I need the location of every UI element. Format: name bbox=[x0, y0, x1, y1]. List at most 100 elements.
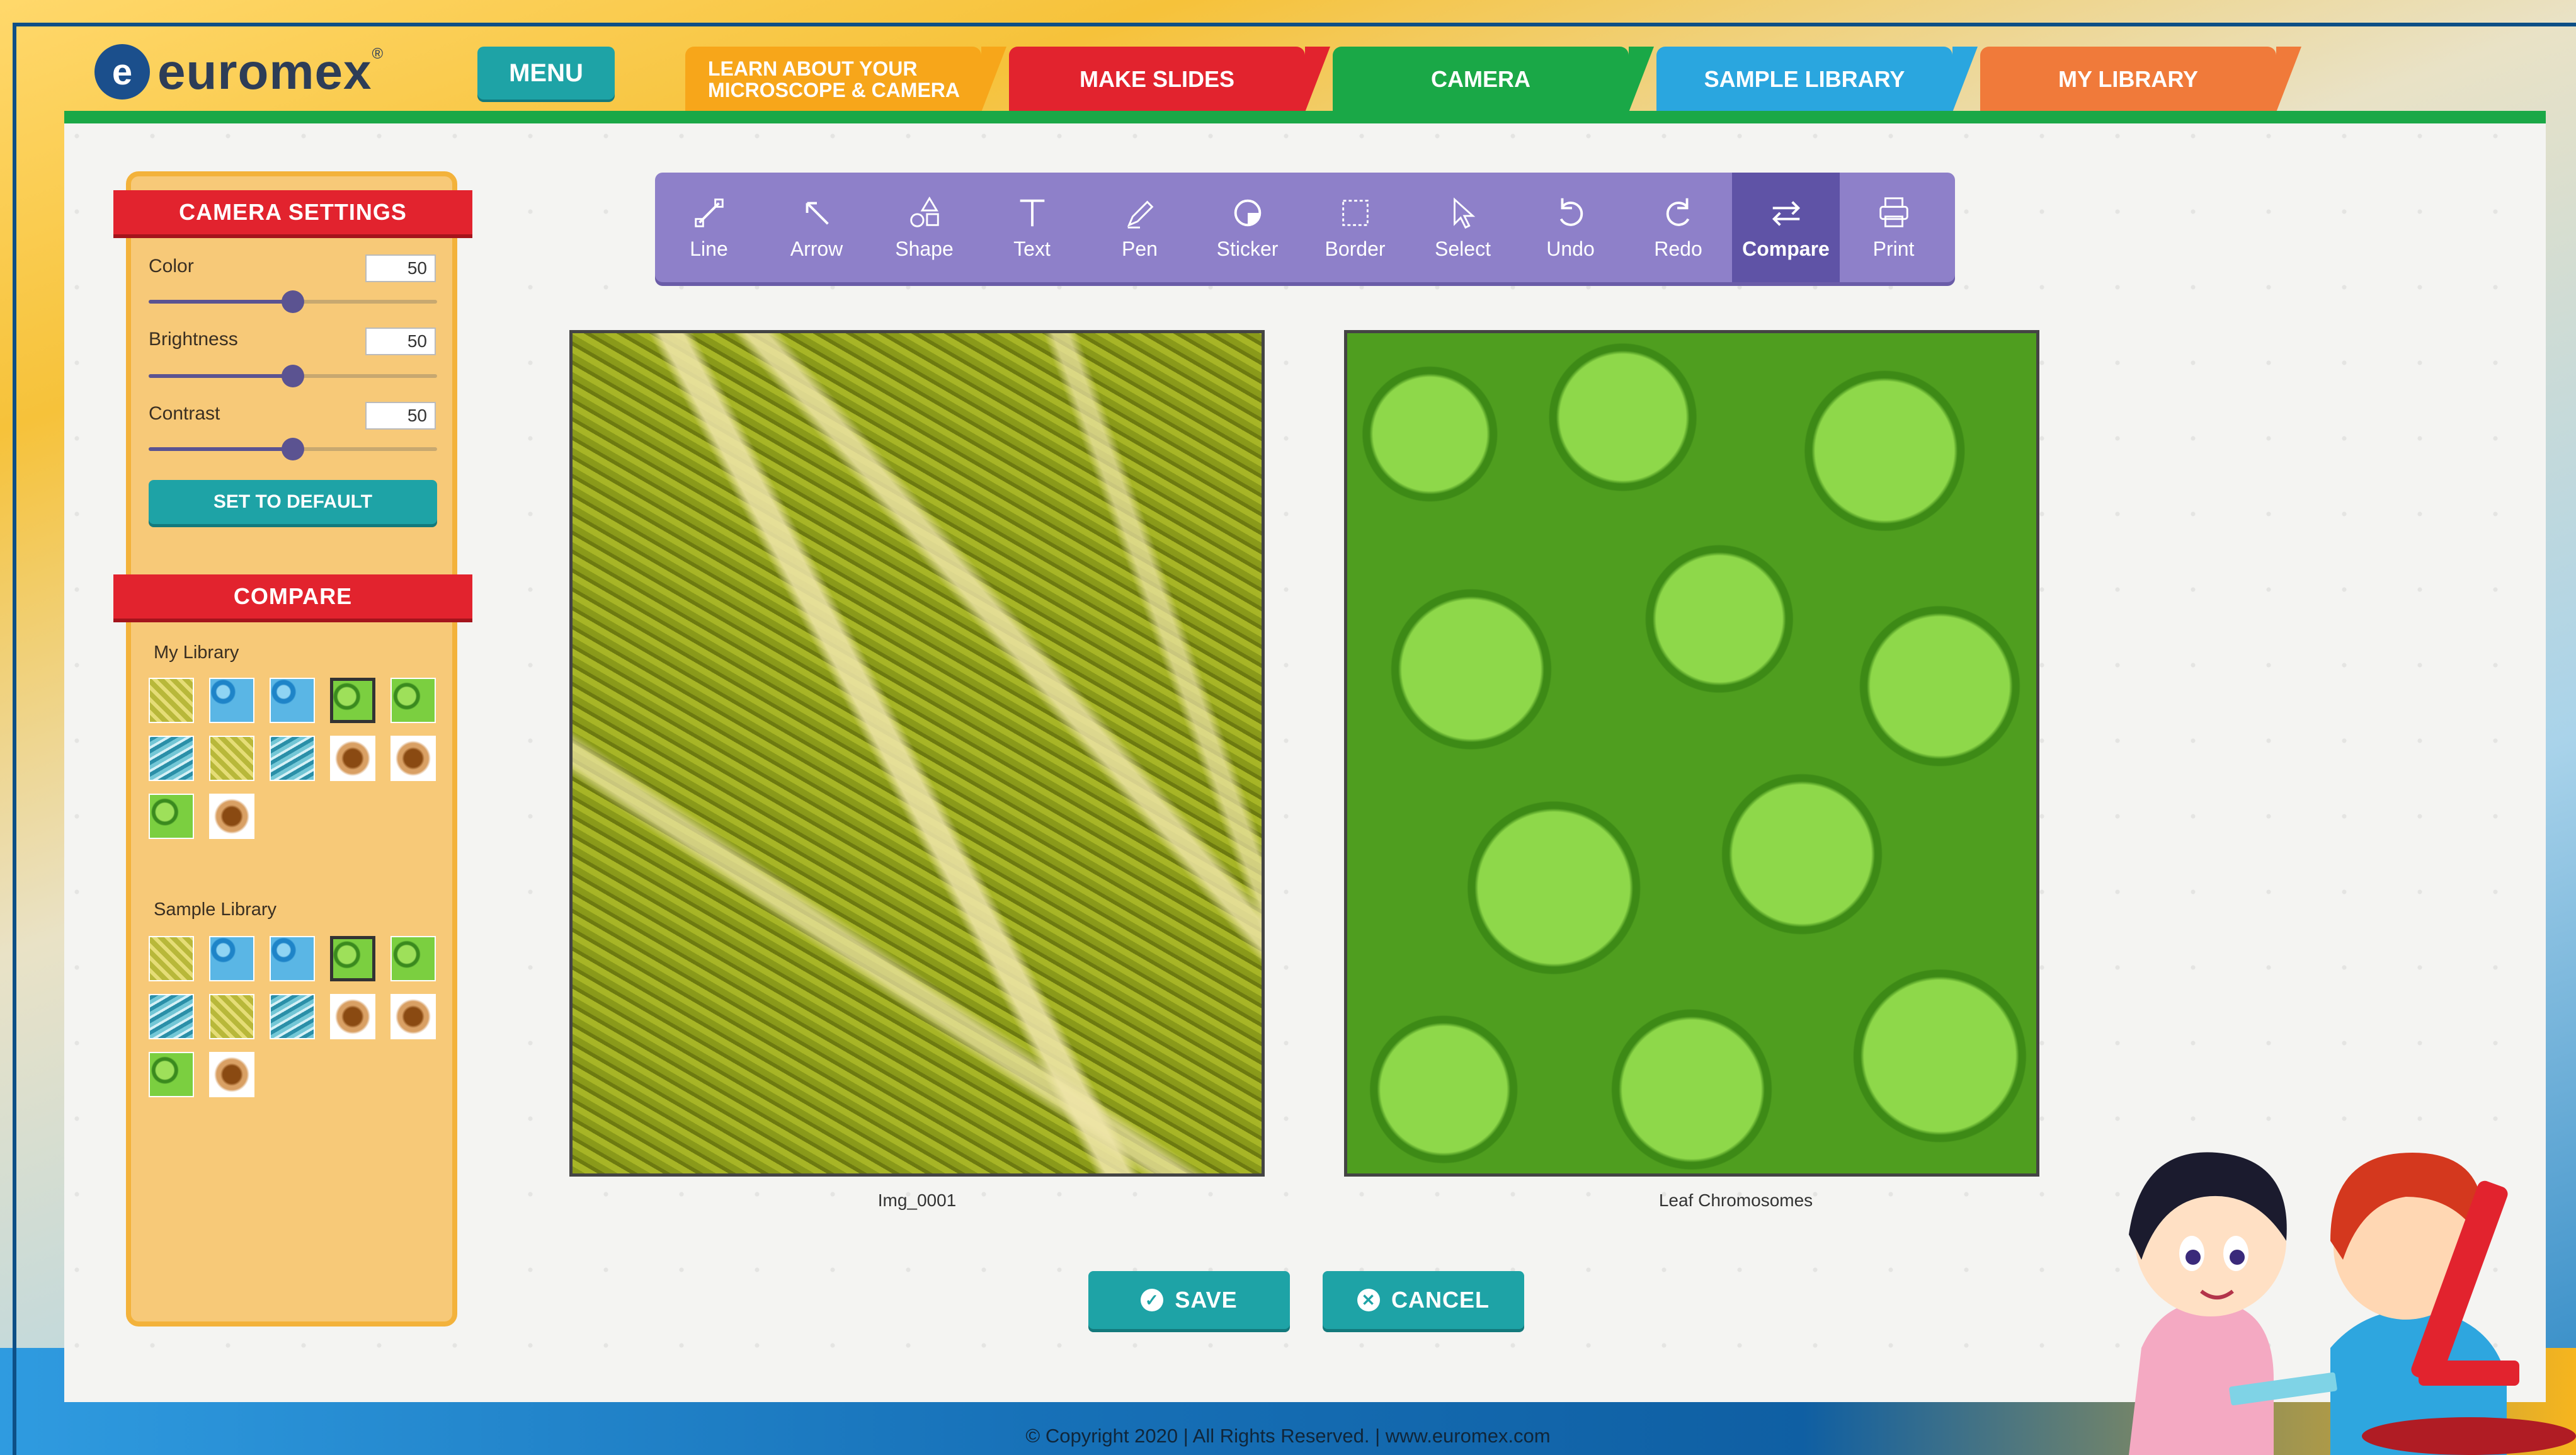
color-slider-thumb[interactable] bbox=[282, 290, 304, 313]
tab-learn[interactable]: LEARN ABOUT YOUR MICROSCOPE & CAMERA bbox=[685, 47, 1006, 112]
logo-text: euromex bbox=[157, 43, 372, 100]
sticker-icon bbox=[1234, 199, 1261, 226]
close-icon: ✕ bbox=[1357, 1289, 1380, 1311]
save-label: SAVE bbox=[1175, 1287, 1238, 1313]
tab-make-slides[interactable]: MAKE SLIDES bbox=[1009, 47, 1330, 112]
sample-library-thumbnail[interactable] bbox=[330, 936, 375, 981]
check-icon: ✓ bbox=[1141, 1289, 1164, 1311]
my-library-thumbnail[interactable] bbox=[390, 736, 436, 781]
contrast-value-field[interactable]: 50 bbox=[365, 402, 436, 430]
my-library-thumbnail[interactable] bbox=[149, 678, 194, 723]
border-icon bbox=[1342, 199, 1369, 226]
kids-microscope-illustration bbox=[2129, 1152, 2576, 1455]
tab-my-library[interactable]: MY LIBRARY bbox=[1980, 47, 2301, 112]
my-library-thumbnail[interactable] bbox=[209, 678, 254, 723]
toolbar-label: Shape bbox=[895, 237, 954, 260]
sample-library-thumbnail[interactable] bbox=[330, 994, 375, 1039]
toolbar-label: Undo bbox=[1546, 237, 1595, 260]
drawing-toolbar: Line Arrow Shape Text Pen Sticker Border Select… bbox=[655, 173, 1955, 282]
toolbar-compare-button[interactable]: Compare bbox=[1732, 173, 1840, 282]
toolbar-line-button[interactable]: Line bbox=[655, 173, 763, 282]
sample-library-thumbnail[interactable] bbox=[149, 936, 194, 981]
toolbar-arrow-button[interactable]: Arrow bbox=[763, 173, 870, 282]
select-icon bbox=[1453, 197, 1475, 229]
toolbar-label: Compare bbox=[1742, 237, 1830, 260]
sample-library-thumbnails bbox=[149, 936, 445, 1097]
arrow-icon bbox=[806, 202, 829, 225]
brightness-value-field[interactable]: 50 bbox=[365, 328, 436, 355]
redo-icon bbox=[1666, 198, 1689, 226]
tab-underline bbox=[64, 111, 2546, 123]
sample-library-thumbnail[interactable] bbox=[390, 936, 436, 981]
toolbar-label: Redo bbox=[1654, 237, 1702, 260]
color-value-field[interactable]: 50 bbox=[365, 254, 436, 282]
toolbar-pen-button[interactable]: Pen bbox=[1086, 173, 1194, 282]
toolbar-label: Sticker bbox=[1216, 237, 1279, 260]
my-library-thumbnail[interactable] bbox=[209, 794, 254, 839]
brightness-slider-fill bbox=[149, 374, 293, 378]
toolbar-undo-button[interactable]: Undo bbox=[1517, 173, 1624, 282]
toolbar-label: Pen bbox=[1122, 237, 1158, 260]
my-library-thumbnail[interactable] bbox=[149, 794, 194, 839]
copyright-footer: © Copyright 2020 | All Rights Reserved. … bbox=[1025, 1425, 1551, 1447]
contrast-slider[interactable] bbox=[149, 438, 437, 460]
my-library-thumbnail[interactable] bbox=[270, 678, 315, 723]
tab-camera[interactable]: CAMERA bbox=[1333, 47, 1654, 112]
sample-library-thumbnail[interactable] bbox=[209, 1052, 254, 1097]
print-icon bbox=[1879, 197, 1908, 227]
sample-library-label: Sample Library bbox=[154, 899, 277, 920]
sample-library-thumbnail[interactable] bbox=[149, 994, 194, 1039]
toolbar-shape-button[interactable]: Shape bbox=[870, 173, 978, 282]
menu-button[interactable]: MENU bbox=[477, 47, 615, 100]
toolbar-label: Text bbox=[1013, 237, 1051, 260]
color-slider[interactable] bbox=[149, 290, 437, 313]
sample-library-thumbnail[interactable] bbox=[270, 936, 315, 981]
brightness-slider[interactable] bbox=[149, 365, 437, 387]
toolbar-label: Border bbox=[1325, 237, 1386, 260]
toolbar-text-button[interactable]: Text bbox=[978, 173, 1086, 282]
compare-title: COMPARE bbox=[113, 574, 472, 619]
my-library-label: My Library bbox=[154, 642, 239, 663]
sample-library-thumbnail[interactable] bbox=[149, 1052, 194, 1097]
set-to-default-button[interactable]: SET TO DEFAULT bbox=[149, 480, 437, 524]
toolbar-redo-button[interactable]: Redo bbox=[1624, 173, 1732, 282]
my-library-thumbnail[interactable] bbox=[330, 678, 375, 723]
contrast-slider-thumb[interactable] bbox=[282, 438, 304, 460]
cancel-button[interactable]: ✕ CANCEL bbox=[1323, 1271, 1524, 1329]
contrast-slider-fill bbox=[149, 447, 293, 451]
brightness-label: Brightness bbox=[149, 329, 238, 350]
my-library-thumbnail[interactable] bbox=[209, 736, 254, 781]
sample-library-thumbnail[interactable] bbox=[390, 994, 436, 1039]
sample-library-thumbnail[interactable] bbox=[209, 994, 254, 1039]
my-library-thumbnail[interactable] bbox=[390, 678, 436, 723]
captured-image[interactable] bbox=[569, 330, 1265, 1177]
color-slider-fill bbox=[149, 300, 293, 304]
undo-icon bbox=[1559, 198, 1583, 226]
logo-mark-icon: e bbox=[94, 44, 150, 100]
pen-icon bbox=[1127, 200, 1153, 229]
camera-settings-title: CAMERA SETTINGS bbox=[113, 190, 472, 234]
line-icon bbox=[694, 198, 724, 227]
toolbar-select-button[interactable]: Select bbox=[1409, 173, 1517, 282]
sample-library-thumbnail[interactable] bbox=[270, 994, 315, 1039]
toolbar-label: Line bbox=[690, 237, 728, 260]
tab-sample-library[interactable]: SAMPLE LIBRARY bbox=[1656, 47, 1978, 112]
toolbar-sticker-button[interactable]: Sticker bbox=[1194, 173, 1301, 282]
compare-icon bbox=[1772, 200, 1800, 226]
compare-image[interactable] bbox=[1344, 330, 2039, 1177]
my-library-thumbnail[interactable] bbox=[330, 736, 375, 781]
my-library-thumbnail[interactable] bbox=[270, 736, 315, 781]
sample-library-thumbnail[interactable] bbox=[209, 936, 254, 981]
my-library-thumbnails bbox=[149, 678, 445, 839]
text-icon bbox=[1020, 199, 1044, 226]
euromex-logo[interactable]: e euromex ® bbox=[94, 43, 383, 101]
brightness-slider-thumb[interactable] bbox=[282, 365, 304, 387]
toolbar-print-button[interactable]: Print bbox=[1840, 173, 1947, 282]
toolbar-border-button[interactable]: Border bbox=[1301, 173, 1409, 282]
my-library-thumbnail[interactable] bbox=[149, 736, 194, 781]
save-button[interactable]: ✓ SAVE bbox=[1088, 1271, 1290, 1329]
logo-registered-mark: ® bbox=[372, 45, 384, 62]
toolbar-label: Select bbox=[1435, 237, 1491, 260]
shape-icon bbox=[909, 196, 939, 227]
toolbar-label: Arrow bbox=[790, 237, 843, 260]
